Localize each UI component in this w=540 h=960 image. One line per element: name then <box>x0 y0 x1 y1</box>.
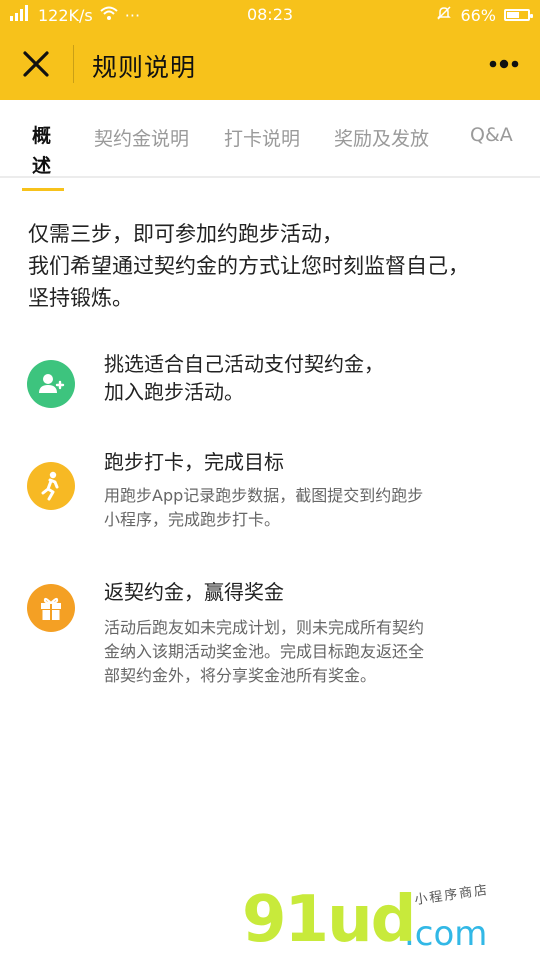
status-bar-right: 66% <box>436 5 533 25</box>
step-desc-line: 部契约金外，将分享奖金池所有奖金。 <box>104 666 377 685</box>
watermark-tagline: 小程序商店 <box>413 882 490 909</box>
tab-checkin[interactable]: 打卡说明 <box>224 124 300 151</box>
intro-line: 我们希望通过契约金的方式让您时刻监督自己， <box>28 254 469 278</box>
active-tab-indicator <box>22 188 64 191</box>
close-button[interactable] <box>14 42 58 86</box>
tab-bar: 概述 契约金说明 打卡说明 奖励及发放 Q&A <box>0 100 540 192</box>
step-title-line: 加入跑步活动。 <box>104 380 244 404</box>
step-desc-line: 金纳入该期活动奖金池。完成目标跑友返还全 <box>104 642 425 661</box>
intro-text: 仅需三步，即可参加约跑步活动， 我们希望通过契约金的方式让您时刻监督自己， 坚持… <box>28 218 518 314</box>
tab-deposit[interactable]: 契约金说明 <box>94 124 189 151</box>
add-user-icon <box>27 360 75 408</box>
gift-icon <box>27 584 75 632</box>
page-title: 规则说明 <box>92 53 197 82</box>
intro-line: 仅需三步，即可参加约跑步活动， <box>28 222 343 246</box>
step-title: 跑步打卡，完成目标 <box>104 450 284 474</box>
more-dots-icon <box>489 59 519 69</box>
runner-icon <box>27 462 75 510</box>
battery-level <box>507 12 519 18</box>
step-title: 返契约金，赢得奖金 <box>104 580 284 604</box>
mute-bell-icon <box>436 5 452 25</box>
more-button[interactable] <box>486 50 522 78</box>
watermark-brand: 91ud <box>242 883 416 957</box>
status-bar: 122K/s ··· 08:23 66% <box>0 0 540 28</box>
intro-line: 坚持锻炼。 <box>28 286 133 310</box>
battery-percent: 66% <box>460 5 496 25</box>
step-title: 挑选适合自己活动支付契约金， 加入跑步活动。 <box>104 350 384 406</box>
step-description: 活动后跑友如未完成计划，则未完成所有契约 金纳入该期活动奖金池。完成目标跑友返还… <box>104 616 514 688</box>
step-desc-line: 用跑步App记录跑步数据，截图提交到约跑步 <box>104 486 424 505</box>
title-divider <box>73 45 74 83</box>
tabs-divider <box>0 176 540 178</box>
watermark-logo: 91ud .com 小程序商店 <box>236 880 536 960</box>
watermark-domain: .com <box>404 914 488 954</box>
battery-icon <box>504 9 533 21</box>
step-description: 用跑步App记录跑步数据，截图提交到约跑步 小程序，完成跑步打卡。 <box>104 484 514 532</box>
step-title-line: 挑选适合自己活动支付契约金， <box>104 352 384 376</box>
tab-rewards[interactable]: 奖励及发放 <box>334 124 429 151</box>
step-desc-line: 小程序，完成跑步打卡。 <box>104 510 281 529</box>
step-desc-line: 活动后跑友如未完成计划，则未完成所有契约 <box>104 618 425 637</box>
screen: 122K/s ··· 08:23 66% 规则说明 概述 契约金说明 打卡说明 … <box>0 0 540 960</box>
tab-overview[interactable]: 概述 <box>32 121 54 181</box>
title-bar: 规则说明 <box>0 28 540 100</box>
tab-qa[interactable]: Q&A <box>470 124 513 146</box>
close-icon <box>23 51 49 77</box>
